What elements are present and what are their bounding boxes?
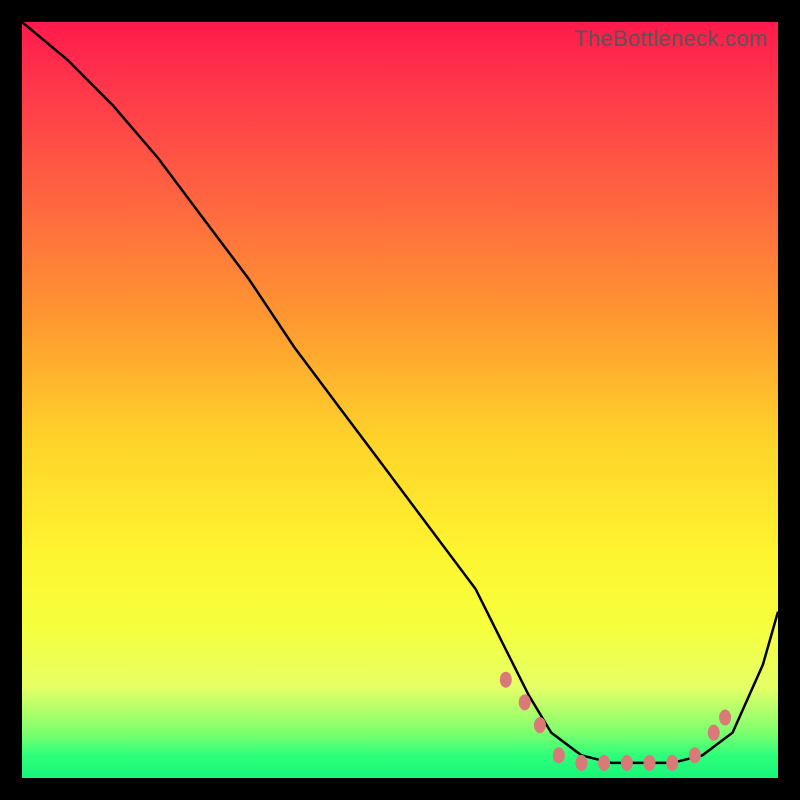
curve-marker xyxy=(519,694,531,710)
curve-marker xyxy=(621,755,633,771)
chart-frame: TheBottleneck.com xyxy=(0,0,800,800)
curve-marker xyxy=(553,747,565,763)
bottleneck-curve xyxy=(22,22,778,778)
curve-marker xyxy=(500,672,512,688)
curve-marker xyxy=(598,755,610,771)
curve-marker xyxy=(666,755,678,771)
curve-marker xyxy=(689,747,701,763)
curve-marker xyxy=(708,725,720,741)
curve-marker xyxy=(575,755,587,771)
curve-marker xyxy=(534,717,546,733)
curve-marker xyxy=(719,710,731,726)
curve-path xyxy=(22,22,778,763)
plot-area: TheBottleneck.com xyxy=(22,22,778,778)
curve-marker xyxy=(644,755,656,771)
curve-markers xyxy=(500,672,731,771)
